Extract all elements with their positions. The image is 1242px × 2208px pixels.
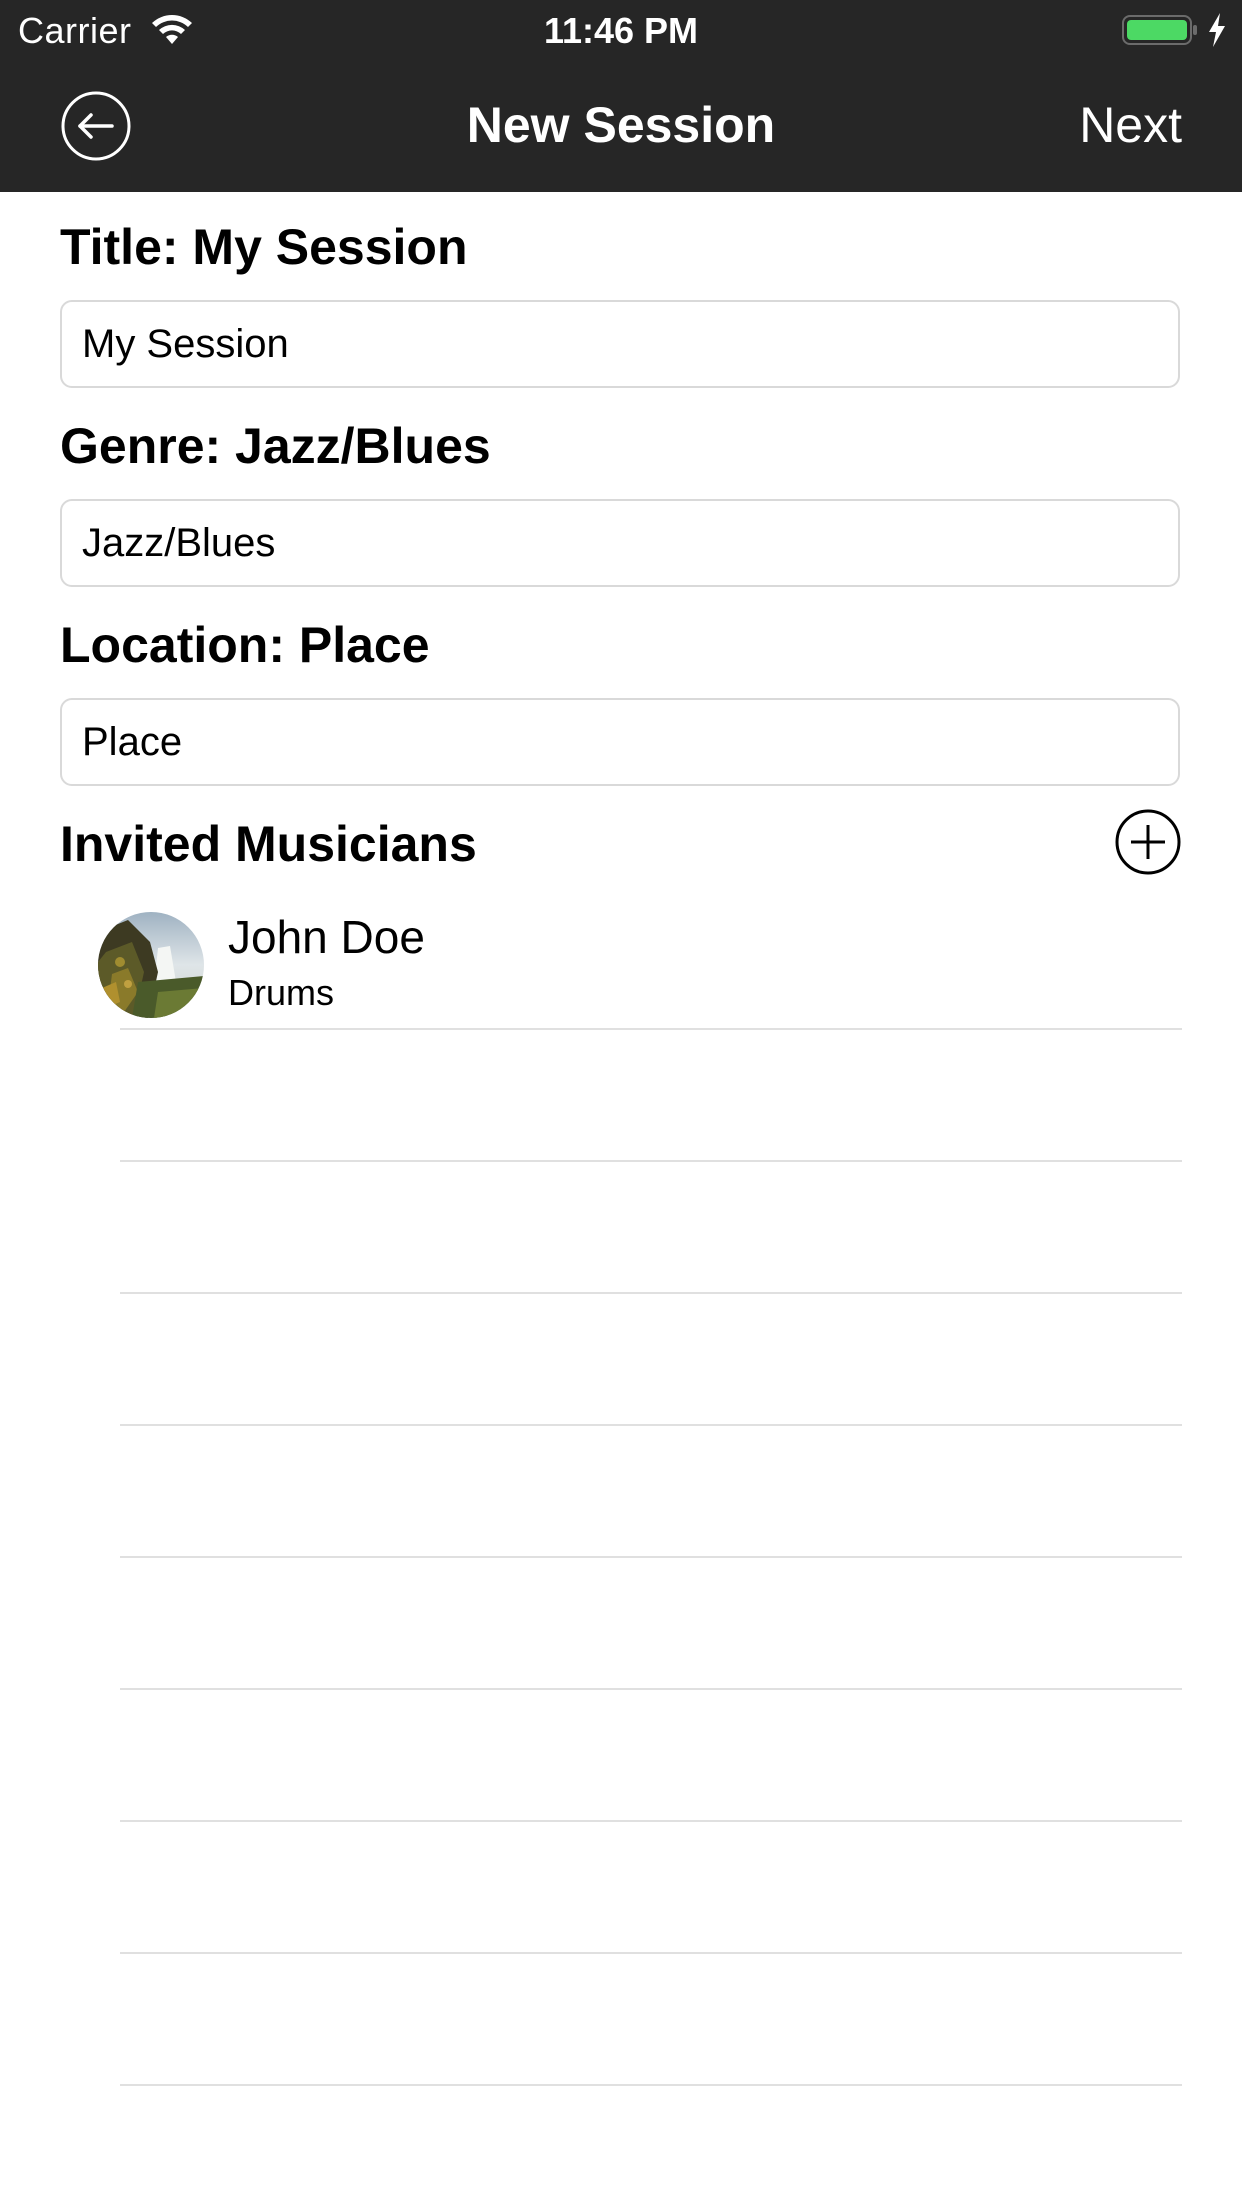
list-separator (120, 1424, 1182, 1426)
avatar (98, 912, 204, 1018)
next-button[interactable]: Next (1079, 96, 1182, 154)
list-separator (120, 1160, 1182, 1162)
location-input[interactable] (60, 698, 1180, 786)
list-separator (120, 1688, 1182, 1690)
waterfall-landscape-photo (98, 912, 204, 1018)
list-separator (120, 2084, 1182, 2086)
title-input[interactable] (60, 300, 1180, 388)
list-separator (120, 1952, 1182, 1954)
navigation-bar: New Session Next (0, 60, 1242, 192)
musician-instrument: Drums (228, 972, 334, 1013)
invited-musicians-header: Invited Musicians (60, 816, 477, 872)
genre-input[interactable] (60, 499, 1180, 587)
list-separator (120, 1292, 1182, 1294)
title-label: Title: My Session (60, 219, 468, 275)
location-label: Location: Place (60, 617, 430, 673)
charging-icon (1209, 13, 1225, 47)
genre-label: Genre: Jazz/Blues (60, 418, 491, 474)
musician-name: John Doe (228, 911, 425, 963)
plus-circle-icon[interactable] (1114, 808, 1182, 876)
top-bar: Carrier 11:46 PM New Session Next (0, 0, 1242, 192)
battery-icon (1122, 15, 1197, 45)
status-bar: Carrier 11:46 PM (0, 0, 1242, 60)
page-title: New Session (466, 97, 776, 153)
list-separator (120, 1028, 1182, 1030)
status-time: 11:46 PM (543, 10, 699, 51)
list-item[interactable]: John Doe Drums (0, 888, 1242, 1030)
list-separator (120, 1820, 1182, 1822)
list-separator (120, 1556, 1182, 1558)
new-session-screen: Carrier 11:46 PM New Session Next Title:… (0, 0, 1242, 2208)
